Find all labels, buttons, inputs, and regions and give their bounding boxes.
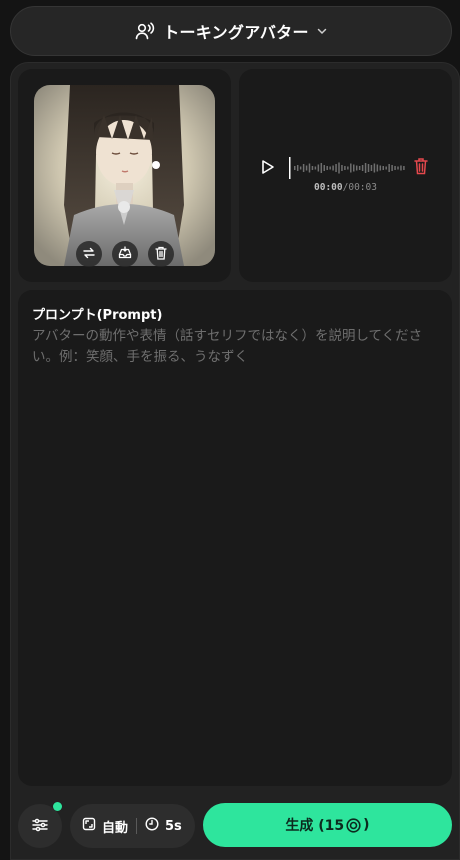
current-time: 00:00 [314,182,343,193]
audio-time: 00:00/00:03 [239,182,452,193]
waveform-bar [353,164,355,172]
settings-indicator-dot [53,802,62,811]
avatar-image[interactable] [34,85,215,266]
swap-icon [82,245,96,264]
bottom-toolbar: 自動 5s 生成 (15 ) [0,794,460,860]
save-avatar-button[interactable] [111,241,138,267]
audio-card: 00:00/00:03 [239,69,452,282]
replace-avatar-button[interactable] [75,241,102,267]
waveform-bar [335,164,337,172]
delete-audio-button[interactable] [414,157,432,177]
trash-icon [154,245,167,264]
waveform-bar [296,165,299,171]
generate-suffix: ) [363,817,370,833]
talking-person-icon [135,22,155,40]
prompt-input[interactable] [32,326,440,766]
waveform-bar [358,166,361,170]
aspect-ratio-icon [82,817,96,835]
waveform-bar [302,164,305,172]
waveform-bar [317,164,320,172]
mode-selector[interactable]: トーキングアバター [10,6,452,56]
play-button[interactable] [261,158,277,176]
waveform-bar [361,165,364,171]
duration-label: 5s [165,818,182,834]
avatar-card [18,69,231,282]
generate-label: 生成 (15 [285,818,345,834]
inbox-icon [118,245,132,264]
waveform-bar [332,165,334,171]
waveform-bar [305,165,308,171]
clock-icon [145,817,159,835]
generate-button[interactable]: 生成 (15 ) [203,803,452,847]
total-time: 00:03 [348,182,377,193]
waveform-bar [385,166,387,170]
prompt-card: プロンプト(Prompt) [18,290,452,786]
options-divider [136,818,138,834]
waveform-bar [355,165,358,171]
trash-icon [414,158,428,179]
waveform-bar [382,166,384,170]
sliders-icon [32,817,48,836]
chevron-down-icon [317,27,327,35]
waveform-bar [367,164,370,172]
waveform-bar [294,166,296,170]
aspect-label: 自動 [102,820,129,836]
waveform-bar [397,166,399,170]
waveform-bar [364,163,367,173]
waveform-bar [370,165,373,171]
mode-label: トーキングアバター [163,23,309,42]
waveform-bar [373,163,376,173]
waveform-bar [391,165,393,171]
waveform-bar [323,165,325,171]
waveform-bar [314,166,317,170]
waveform-bar [326,166,328,170]
waveform-bar [341,165,343,171]
waveform-bar [379,165,382,171]
waveform-bar [308,163,311,173]
delete-avatar-button[interactable] [147,241,174,267]
waveform-bar [338,162,340,174]
play-icon [261,160,275,180]
waveform-bar [350,163,352,173]
waveform-bar [394,166,396,170]
waveform-bar [376,164,379,172]
waveform-bar [311,166,314,170]
prompt-title: プロンプト(Prompt) [32,308,163,323]
waveform-bar [403,166,405,170]
waveform-bar [347,166,349,170]
waveform-bar [388,164,390,172]
credit-coin-icon [346,817,361,833]
waveform-bar [329,166,331,170]
waveform-bar [400,165,402,171]
audio-waveform[interactable] [289,157,405,179]
generation-options[interactable]: 自動 5s [70,804,195,848]
waveform-bar [320,163,323,173]
waveform-bar [344,166,346,170]
playhead [289,157,291,179]
waveform-bar [299,166,302,170]
